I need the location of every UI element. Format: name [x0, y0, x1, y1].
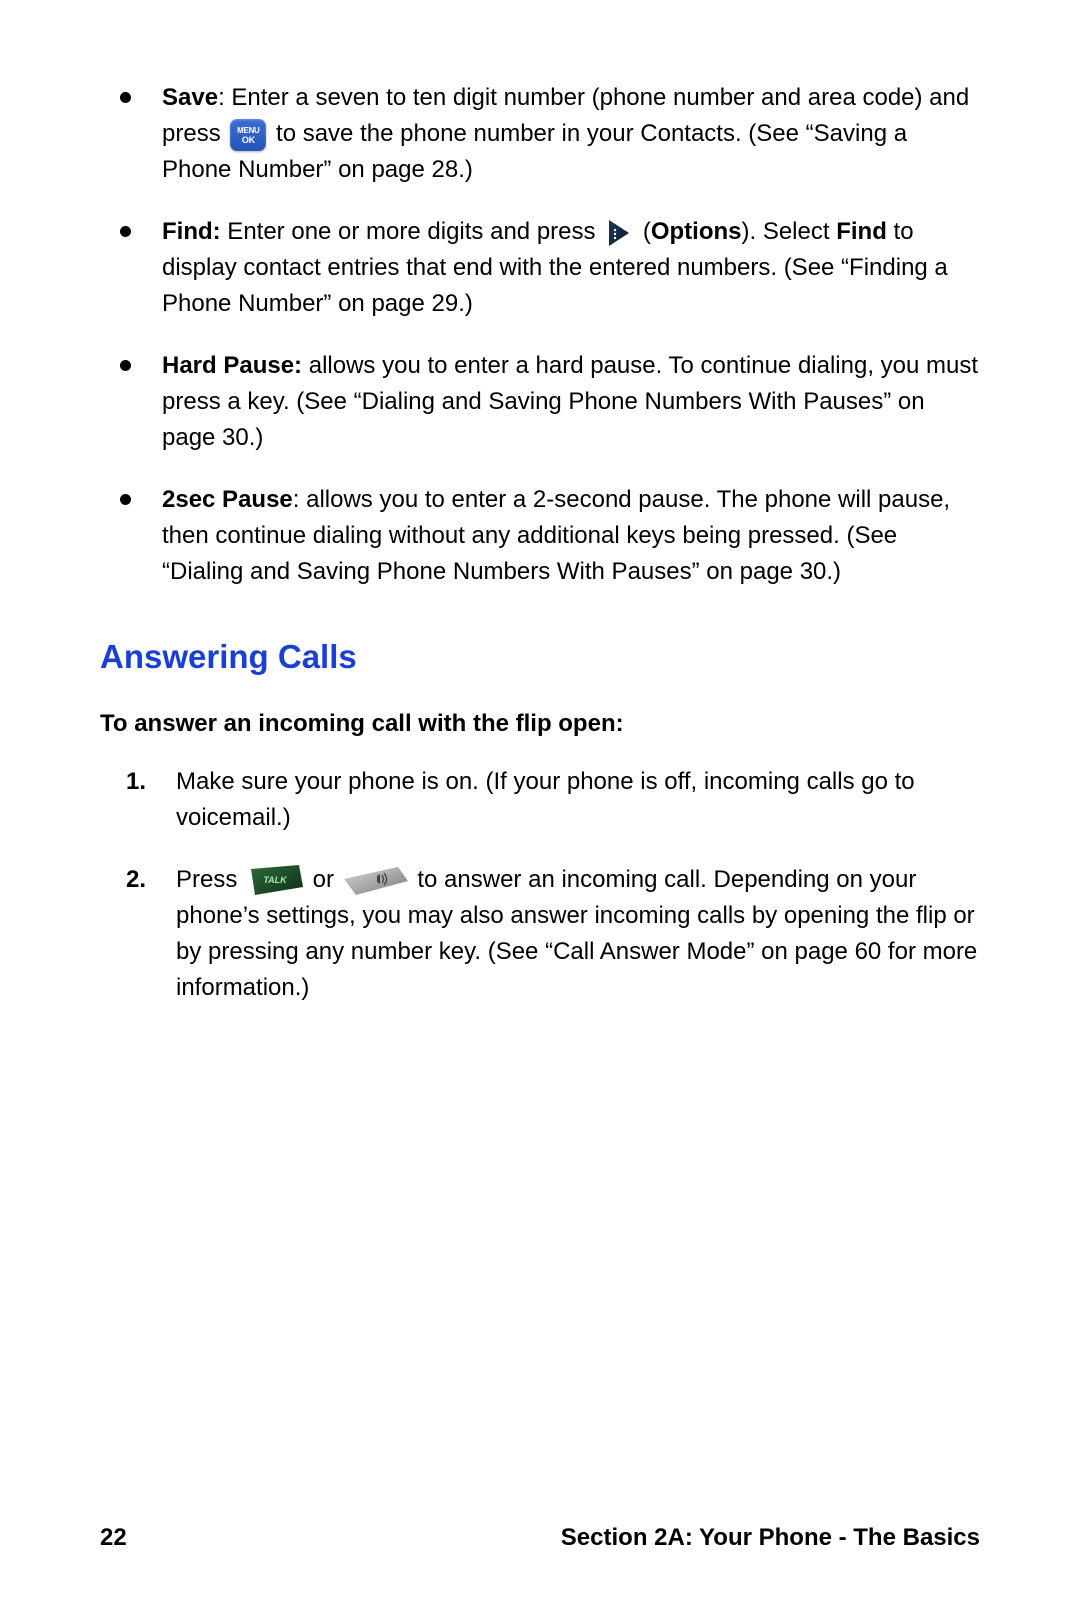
speaker-button-icon [344, 865, 408, 895]
bullet-label: Find: [162, 218, 221, 245]
menu-ok-bottom-text: OK [242, 136, 255, 145]
page-content: Save: Enter a seven to ten digit number … [100, 80, 980, 1006]
flip-open-subheading: To answer an incoming call with the flip… [100, 706, 980, 742]
bullet-label: Save [162, 84, 218, 111]
options-bullet-list: Save: Enter a seven to ten digit number … [100, 80, 980, 590]
bullet-text-after: to save the phone number in your Contact… [162, 120, 907, 183]
paren-open: ( [636, 218, 651, 245]
bullet-2sec-pause: 2sec Pause: allows you to enter a 2-seco… [146, 482, 980, 590]
answer-steps-list: 1. Make sure your phone is on. (If your … [100, 764, 980, 1006]
step-number: 2. [126, 862, 146, 898]
options-label: Options [651, 218, 742, 245]
page-footer: 22 Section 2A: Your Phone - The Basics [100, 1520, 980, 1556]
bullet-hard-pause: Hard Pause: allows you to enter a hard p… [146, 348, 980, 456]
step-text-before: Press [176, 866, 244, 893]
step-number: 1. [126, 764, 146, 800]
section-title: Section 2A: Your Phone - The Basics [561, 1520, 980, 1556]
bullet-save: Save: Enter a seven to ten digit number … [146, 80, 980, 188]
bullet-label: Hard Pause: [162, 352, 302, 379]
step-text: Make sure your phone is on. (If your pho… [176, 768, 915, 831]
talk-button-icon: TALK [247, 865, 303, 895]
step-2: 2. Press TALK or to answer an incoming c… [162, 862, 980, 1006]
menu-ok-icon: MENUOK [230, 119, 266, 151]
menu-ok-top-text: MENU [237, 127, 259, 135]
answering-calls-heading: Answering Calls [100, 632, 980, 682]
play-options-icon [607, 218, 631, 248]
step-text-or: or [306, 866, 341, 893]
bullet-find: Find: Enter one or more digits and press… [146, 214, 980, 322]
bullet-text-before: Enter one or more digits and press [221, 218, 603, 245]
svg-text:TALK: TALK [263, 875, 288, 885]
step-1: 1. Make sure your phone is on. (If your … [162, 764, 980, 836]
page-number: 22 [100, 1520, 127, 1556]
paren-close-text: ). Select [742, 218, 837, 245]
bullet-label: 2sec Pause [162, 486, 293, 513]
find-label: Find [836, 218, 887, 245]
